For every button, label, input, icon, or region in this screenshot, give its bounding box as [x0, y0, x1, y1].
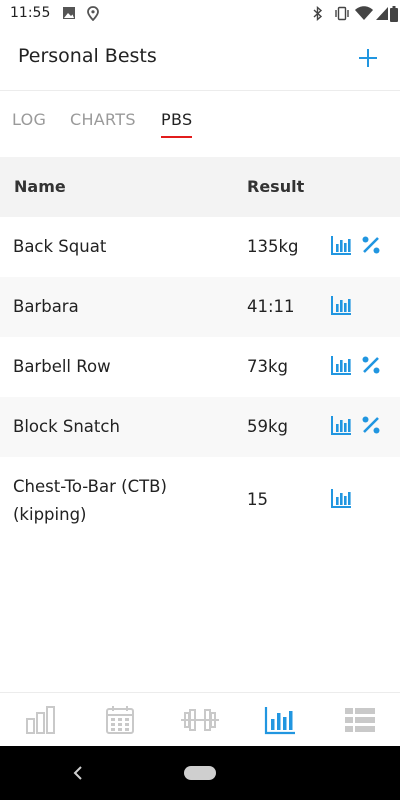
exercise-name: Barbara	[13, 297, 79, 316]
status-bar: 11:55	[0, 0, 400, 28]
column-header-name: Name	[14, 177, 66, 196]
status-time: 11:55	[10, 5, 51, 21]
table-row[interactable]: Back Squat 135kg	[0, 217, 400, 277]
column-header-result: Result	[247, 177, 305, 196]
exercise-result: 59kg	[247, 417, 289, 436]
bottom-navigation	[0, 692, 400, 747]
app-bar: Personal Bests	[0, 28, 400, 91]
percent-icon[interactable]	[360, 234, 382, 256]
exercise-result: 41:11	[247, 297, 295, 316]
exercise-name: Barbell Row	[13, 357, 111, 376]
exercise-name: Back Squat	[13, 237, 107, 256]
list-icon[interactable]	[344, 705, 376, 735]
chart-icon[interactable]	[330, 414, 352, 436]
exercise-result: 15	[247, 490, 268, 509]
exercise-name-line1: Chest-To-Bar (CTB)	[13, 477, 167, 496]
system-navigation-bar	[0, 746, 400, 800]
active-tab-indicator	[161, 136, 192, 138]
stats-bars-icon[interactable]	[24, 705, 56, 735]
image-icon	[63, 7, 75, 19]
table-row[interactable]: Block Snatch 59kg	[0, 397, 400, 457]
chart-icon[interactable]	[264, 705, 296, 735]
tab-charts[interactable]: CHARTS	[70, 110, 136, 129]
calendar-icon[interactable]	[104, 705, 136, 735]
battery-icon	[390, 6, 398, 22]
back-button[interactable]	[72, 765, 84, 781]
percent-icon[interactable]	[360, 354, 382, 376]
exercise-name: Chest-To-Bar (CTB) (kipping)	[13, 473, 167, 529]
add-button[interactable]	[356, 46, 380, 70]
table-row[interactable]: Barbell Row 73kg	[0, 337, 400, 397]
vibrate-icon	[335, 6, 349, 21]
wifi-icon	[355, 6, 373, 20]
exercise-result: 135kg	[247, 237, 299, 256]
exercise-result: 73kg	[247, 357, 289, 376]
page-title: Personal Bests	[18, 45, 157, 67]
tab-log[interactable]: LOG	[12, 110, 46, 129]
chart-icon[interactable]	[330, 294, 352, 316]
dumbbell-icon[interactable]	[180, 705, 220, 735]
tab-pbs[interactable]: PBS	[161, 110, 192, 129]
tab-bar: LOG CHARTS PBS	[0, 90, 400, 156]
location-icon	[87, 6, 99, 21]
percent-icon[interactable]	[360, 414, 382, 436]
exercise-name: Block Snatch	[13, 417, 120, 436]
table-header: Name Result	[0, 157, 400, 217]
bluetooth-icon	[313, 6, 323, 21]
signal-icon	[376, 7, 388, 20]
exercise-name-line2: (kipping)	[13, 505, 87, 524]
chart-icon[interactable]	[330, 234, 352, 256]
table-row[interactable]: Barbara 41:11	[0, 277, 400, 337]
home-button[interactable]	[184, 766, 216, 780]
table-row[interactable]: Chest-To-Bar (CTB) (kipping) 15	[0, 457, 400, 543]
chart-icon[interactable]	[330, 354, 352, 376]
chart-icon[interactable]	[330, 487, 352, 509]
